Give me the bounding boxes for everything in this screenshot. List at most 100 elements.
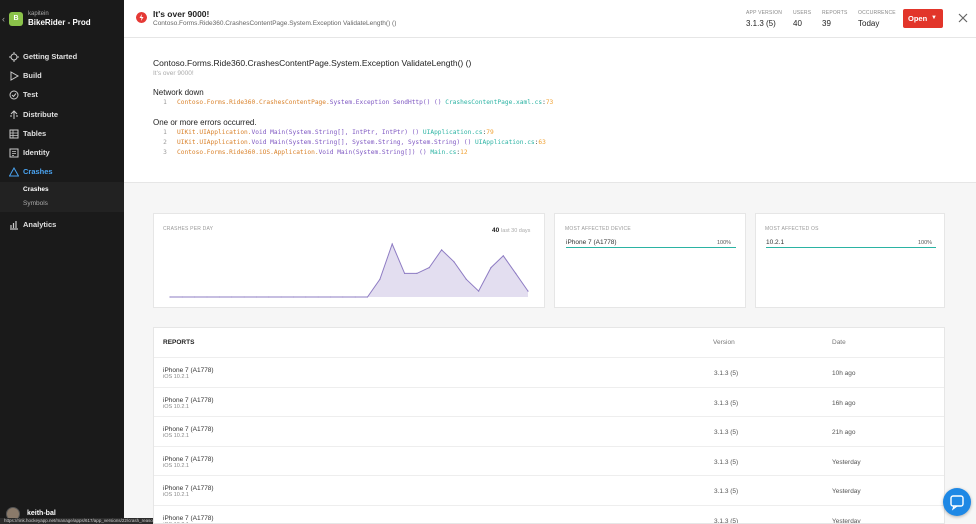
report-os: iOS 10.2.1 xyxy=(163,492,189,498)
chat-button[interactable] xyxy=(943,488,971,516)
namespace: Contoso.Forms.Ride360.iOS.Application. xyxy=(177,149,319,156)
stat-occurrence: OCCURRENCE Today xyxy=(858,10,896,28)
report-date: Yesterday xyxy=(832,458,861,466)
chart-point xyxy=(317,296,319,298)
table-row[interactable]: iPhone 7 (A1778)iOS 10.2.13.1.3 (5)Yeste… xyxy=(154,445,944,475)
method: Void Main(System.String[], System.String… xyxy=(251,139,472,146)
nav-tables[interactable]: Tables xyxy=(0,125,124,143)
nav-crashes[interactable]: Crashes xyxy=(0,163,124,181)
nav-label: Crashes xyxy=(23,167,53,176)
report-version: 3.1.3 (5) xyxy=(714,429,739,436)
stat-app-version: APP VERSION 3.1.3 (5) xyxy=(746,10,782,28)
analytics-icon xyxy=(10,221,18,230)
chart-point xyxy=(181,296,183,298)
report-version: 3.1.3 (5) xyxy=(714,458,739,466)
chart-point xyxy=(292,296,294,298)
stat-users: USERS 40 xyxy=(793,10,811,28)
line-number: 2 xyxy=(163,139,167,146)
stat-key: APP VERSION xyxy=(746,10,783,16)
report-date: Yesterday xyxy=(832,488,861,495)
table-row[interactable]: iPhone 7 (A1778) iOS 10.2.1 3.1.3 (5) 10h a… xyxy=(154,357,944,386)
app-switcher[interactable]: ‹ B kapitein BikeRider - Prod xyxy=(0,6,124,32)
report-device: iPhone 7 (A1778) xyxy=(163,514,214,522)
report-os: iOS 10.2.1 xyxy=(163,374,189,380)
chart-point xyxy=(243,296,245,298)
column-date[interactable]: Date xyxy=(832,339,846,346)
source-line: 73 xyxy=(545,99,554,106)
chart-point xyxy=(354,296,356,298)
source-line: 63 xyxy=(538,139,546,146)
most-affected-os-card: MOST AFFECTED OS 10.2.1 100% xyxy=(755,213,945,308)
nav-label: Getting Started xyxy=(23,52,78,61)
namespace: UIKit.UIApplication. xyxy=(177,139,252,146)
report-device: iPhone 7 (A1778) xyxy=(163,426,214,433)
report-os: iOS 10.2.1 xyxy=(163,462,189,469)
chart-point xyxy=(391,243,393,245)
card-heading: MOST AFFECTED OS xyxy=(765,226,819,232)
chart-point xyxy=(416,272,418,274)
chart-point xyxy=(502,255,504,257)
device-label: iPhone 7 (A1778) xyxy=(566,239,617,246)
subnav-symbols[interactable]: Symbols xyxy=(23,200,48,207)
report-date: 21h ago xyxy=(832,429,856,436)
page-subtitle: Contoso.Forms.Ride360.CrashesContentPage… xyxy=(153,20,397,27)
os-label: 10.2.1 xyxy=(766,239,785,246)
table-row[interactable]: iPhone 7 (A1778)iOS 10.2.13.1.3 (5)Yeste… xyxy=(154,504,944,523)
chart-point xyxy=(478,290,480,292)
stat-value: 40 xyxy=(793,19,802,28)
reports-heading: REPORTS xyxy=(163,339,195,346)
chart-point xyxy=(218,296,220,298)
source-line: 79 xyxy=(486,129,494,136)
source-file: UIApplication.cs xyxy=(422,129,483,136)
exception-title: Contoso.Forms.Ride360.CrashesContentPage… xyxy=(153,58,472,68)
table-row[interactable]: iPhone 7 (A1778)iOS 10.2.13.1.3 (5)Yeste… xyxy=(154,475,944,504)
nav-label: Build xyxy=(23,71,42,80)
source-file: Main.cs xyxy=(430,149,457,156)
page-title: It's over 9000! xyxy=(153,9,210,19)
check-circle-icon xyxy=(9,90,19,100)
method: Void Main(System.String[]) () xyxy=(318,149,427,156)
device-share-bar xyxy=(566,247,736,248)
chart-point xyxy=(441,249,443,251)
source-line: 12 xyxy=(460,149,468,156)
chart-point xyxy=(194,296,196,298)
nav-identity[interactable]: Identity xyxy=(0,144,124,162)
table-row[interactable]: iPhone 7 (A1778) iOS 10.2.1 3.1.3 (5) 16h a… xyxy=(154,386,944,416)
chat-icon xyxy=(950,495,964,511)
trace-line: 3 Contoso.Forms.Ride360.iOS.Application.V… xyxy=(153,149,468,156)
subnav-crashes[interactable]: Crashes xyxy=(23,186,49,193)
chart-point xyxy=(280,296,282,298)
nav-analytics[interactable]: Analytics xyxy=(0,216,124,234)
chart-point xyxy=(329,296,332,298)
line-number: 1 xyxy=(163,129,167,136)
app-owner: kapitein xyxy=(28,11,49,17)
chart-point xyxy=(231,296,233,298)
column-version[interactable]: Version xyxy=(713,339,735,346)
device-percent: 100% xyxy=(717,240,732,246)
nav-label: Tables xyxy=(23,129,47,138)
report-version: 3.1.3 (5) xyxy=(714,370,739,377)
chart-point xyxy=(255,296,257,298)
distribute-icon xyxy=(10,110,18,119)
trace-group-title: Network down xyxy=(153,88,204,97)
chevron-left-icon[interactable]: ‹ xyxy=(2,14,5,24)
nav-distribute[interactable]: Distribute xyxy=(0,106,124,124)
nav-test[interactable]: Test xyxy=(0,86,124,104)
bolt-icon xyxy=(136,12,147,23)
nav-build[interactable]: Build xyxy=(0,67,124,85)
close-icon[interactable] xyxy=(957,12,969,24)
crash-header: It's over 9000! Contoso.Forms.Ride360.Cr… xyxy=(124,0,976,38)
report-device: iPhone 7 (A1778) xyxy=(163,396,214,404)
namespace: UIKit.UIApplication. xyxy=(177,129,252,136)
chart-point xyxy=(465,278,467,280)
nav-getting-started[interactable]: Getting Started xyxy=(0,48,124,66)
source-file: UIApplication.cs xyxy=(475,139,535,146)
status-open-button[interactable]: Open ▼ xyxy=(903,9,943,28)
crashes-subnav: Crashes Symbols xyxy=(0,182,124,212)
chart-point xyxy=(342,296,344,298)
chart-point xyxy=(527,290,529,292)
report-device: iPhone 7 (A1778) xyxy=(163,367,214,374)
nav-label: Test xyxy=(23,90,38,99)
table-row[interactable]: iPhone 7 (A1778) iOS 10.2.1 3.1.3 (5) 21h a… xyxy=(154,416,944,445)
trace-line: 1 Contoso.Forms.Ride360.CrashesContentPag… xyxy=(153,99,553,106)
